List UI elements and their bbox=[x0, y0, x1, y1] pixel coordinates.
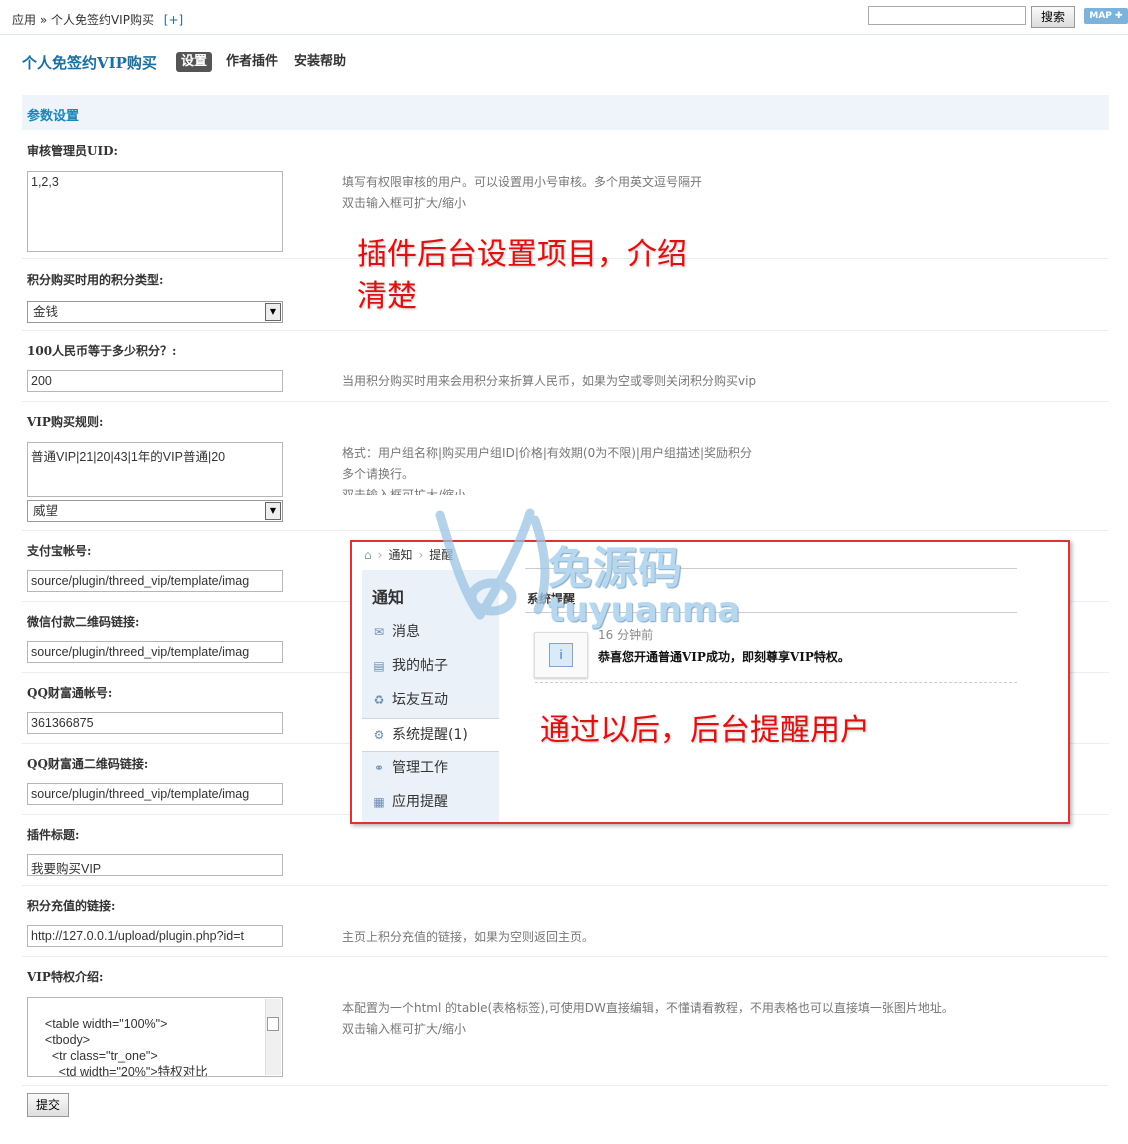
plugin-title: 个人免签约VIP购买 bbox=[22, 54, 157, 72]
vip-rules-credit-select[interactable]: 威望 ▼ bbox=[27, 500, 283, 522]
watermark-text-cn: 兔源码 bbox=[548, 543, 683, 594]
admin-uid-hint-line1: 填写有权限审核的用户。可以设置用小号审核。多个用英文逗号隔开 bbox=[342, 175, 703, 189]
sidebar-item-app-notice[interactable]: ▦ 应用提醒 bbox=[362, 786, 499, 818]
tab-install-help[interactable]: 安装帮助 bbox=[289, 52, 351, 72]
tab-author-plugins[interactable]: 作者插件 bbox=[221, 52, 283, 72]
vip-rules-hint: 格式：用户组名称|购买用户组ID|价格|有效期(0为不限)|用户组描述|奖励积分… bbox=[342, 443, 752, 495]
sidebar-item-label: 坛友互动 bbox=[392, 692, 448, 708]
sidebar-item-label: 消息 bbox=[392, 624, 420, 640]
vip-rules-hint-line1: 格式：用户组名称|购买用户组ID|价格|有效期(0为不限)|用户组描述|奖励积分 bbox=[342, 446, 752, 460]
vip-rules-textarea[interactable]: 普通VIP|21|20|43|1年的VIP普通|20 bbox=[27, 442, 283, 497]
chevron-down-icon[interactable]: ▼ bbox=[265, 303, 281, 321]
plugin-title-label: 插件标题: bbox=[27, 828, 80, 842]
row-divider bbox=[22, 956, 1109, 957]
map-button[interactable]: MAP ✚ bbox=[1084, 8, 1128, 24]
vip-intro-hint-line1: 本配置为一个html 的table(表格标签),可使用DW直接编辑，不懂请看教程… bbox=[342, 1001, 954, 1015]
annotation-line2: 清楚 bbox=[357, 279, 417, 314]
vip-rules-credit-value: 威望 bbox=[33, 503, 59, 518]
row-divider bbox=[22, 401, 1109, 402]
wechat-qr-input[interactable]: source/plugin/threed_vip/template/imag bbox=[27, 641, 283, 663]
vip-intro-text: <table width="100%"> <tbody> <tr class="… bbox=[44, 1017, 208, 1077]
notice-crumb-1[interactable]: 通知 bbox=[388, 548, 412, 562]
vip-intro-label: VIP特权介绍: bbox=[27, 970, 104, 984]
top-bar: 应用 » 个人免签约VIP购买 [+] 搜索 MAP ✚ bbox=[0, 0, 1128, 35]
vip-intro-hint: 本配置为一个html 的table(表格标签),可使用DW直接编辑，不懂请看教程… bbox=[342, 998, 954, 1040]
alipay-label: 支付宝帐号: bbox=[27, 544, 92, 558]
admin-uid-label: 审核管理员UID: bbox=[27, 144, 118, 158]
document-icon: ▤ bbox=[373, 659, 385, 673]
grid-icon: ▦ bbox=[373, 795, 385, 809]
plugin-title-input[interactable]: 我要购买VIP bbox=[27, 854, 283, 876]
sidebar-item-my-posts[interactable]: ▤ 我的帖子 bbox=[362, 650, 499, 682]
breadcrumb-text[interactable]: 应用 » 个人免签约VIP购买 bbox=[12, 13, 154, 27]
credit-type-select[interactable]: 金钱 ▼ bbox=[27, 301, 283, 323]
row-divider bbox=[22, 885, 1109, 886]
home-icon[interactable]: ⌂ bbox=[364, 548, 372, 562]
add-shortcut-link[interactable]: [+] bbox=[164, 13, 183, 27]
vip-rules-hint-line2: 多个请换行。 bbox=[342, 467, 415, 481]
row-divider bbox=[22, 330, 1109, 331]
rate-input[interactable]: 200 bbox=[27, 370, 283, 392]
mail-icon: ✉ bbox=[373, 625, 385, 639]
breadcrumb: 应用 » 个人免签约VIP购买 [+] bbox=[12, 11, 183, 28]
sidebar-item-label: 我的帖子 bbox=[392, 658, 448, 674]
sidebar-item-label: 系统提醒(1) bbox=[392, 727, 468, 743]
annotation-line1: 插件后台设置项目，介绍 bbox=[357, 237, 687, 272]
vip-intro-textarea[interactable]: <table width="100%"> <tbody> <tr class="… bbox=[27, 997, 283, 1077]
recharge-link-hint: 主页上积分充值的链接，如果为空则返回主页。 bbox=[342, 930, 595, 944]
sidebar-item-label: 应用提醒 bbox=[392, 794, 448, 810]
gear-icon: ⚙ bbox=[373, 728, 385, 742]
qq-account-input[interactable]: 361366875 bbox=[27, 712, 283, 734]
notice-icon: i bbox=[534, 632, 588, 678]
search-input[interactable] bbox=[868, 6, 1026, 25]
sidebar-item-label: 管理工作 bbox=[392, 760, 448, 776]
info-icon: i bbox=[549, 643, 573, 667]
vip-intro-hint-line2: 双击输入框可扩大/缩小 bbox=[342, 1022, 467, 1036]
annotation-notice-note: 通过以后，后台提醒用户 bbox=[540, 713, 870, 748]
rate-label: 100人民币等于多少积分？: bbox=[27, 344, 177, 358]
qq-qr-label: QQ财富通二维码链接: bbox=[27, 757, 149, 771]
section-title: 参数设置 bbox=[27, 109, 80, 124]
sidebar-item-system-notice[interactable]: ⚙ 系统提醒(1) bbox=[362, 718, 499, 752]
sidebar-item-admin-work[interactable]: ⚭ 管理工作 bbox=[362, 752, 499, 784]
section-header: 参数设置 bbox=[22, 95, 1109, 130]
notice-message: 恭喜您开通普通VIP成功，即刻尊享VIP特权。 bbox=[598, 650, 850, 664]
credit-type-value: 金钱 bbox=[33, 304, 59, 319]
recharge-link-label: 积分充值的链接: bbox=[27, 899, 116, 913]
alipay-input[interactable]: source/plugin/threed_vip/template/imag bbox=[27, 570, 283, 592]
rate-hint: 当用积分购买时用来会用积分来折算人民币，如果为空或零则关闭积分购买vip bbox=[342, 374, 757, 388]
credit-type-label: 积分购买时用的积分类型: bbox=[27, 273, 164, 287]
row-divider bbox=[22, 1085, 1109, 1086]
watermark-text-en: tuyuanma bbox=[548, 590, 741, 630]
recharge-link-input[interactable]: http://127.0.0.1/upload/plugin.php?id=t bbox=[27, 925, 283, 947]
recycle-icon: ♻ bbox=[373, 693, 385, 707]
submit-button[interactable]: 提交 bbox=[27, 1093, 69, 1117]
link-icon: ⚭ bbox=[373, 761, 385, 775]
sidebar-item-interaction[interactable]: ♻ 坛友互动 bbox=[362, 684, 499, 716]
chevron-down-icon[interactable]: ▼ bbox=[265, 502, 281, 520]
annotation-settings-note: 插件后台设置项目，介绍 清楚 bbox=[357, 234, 687, 318]
vip-rules-hint-line3: 双击输入框可扩大/缩小 bbox=[342, 488, 467, 495]
wechat-qr-label: 微信付款二维码链接: bbox=[27, 615, 140, 629]
qq-qr-input[interactable]: source/plugin/threed_vip/template/imag bbox=[27, 783, 283, 805]
notice-divider bbox=[535, 682, 1017, 683]
qq-account-label: QQ财富通帐号: bbox=[27, 686, 113, 700]
scrollbar-thumb[interactable] bbox=[267, 1017, 279, 1031]
admin-uid-hint: 填写有权限审核的用户。可以设置用小号审核。多个用英文逗号隔开 双击输入框可扩大/… bbox=[342, 172, 702, 214]
admin-uid-hint-line2: 双击输入框可扩大/缩小 bbox=[342, 196, 467, 210]
textarea-scrollbar[interactable] bbox=[265, 999, 281, 1075]
tab-settings[interactable]: 设置 bbox=[176, 52, 213, 72]
notice-sidebar-title: 通知 bbox=[372, 588, 405, 607]
search-button[interactable]: 搜索 bbox=[1031, 6, 1075, 28]
vip-rules-label: VIP购买规则: bbox=[27, 415, 104, 429]
admin-uid-textarea[interactable]: 1,2,3 bbox=[27, 171, 283, 252]
